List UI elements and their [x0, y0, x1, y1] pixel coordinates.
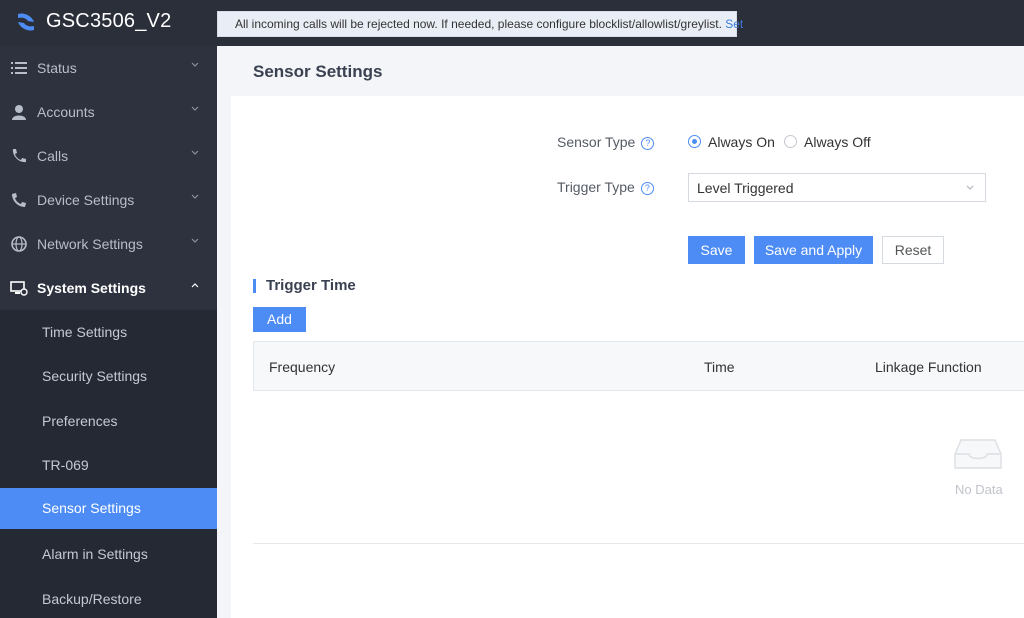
top-bar: GSC3506_V2 All incoming calls will be re…	[0, 0, 1024, 46]
system-settings-submenu: Time Settings Security Settings Preferen…	[0, 310, 217, 618]
sidebar-item-system-settings[interactable]: System Settings	[0, 266, 217, 310]
sensor-type-always-on-label[interactable]: Always On	[708, 134, 775, 150]
sidebar-item-status[interactable]: Status	[0, 46, 217, 90]
list-icon	[11, 62, 27, 74]
chevron-up-icon	[191, 283, 199, 288]
trigger-time-table-header: Frequency Time Linkage Function	[253, 341, 1024, 391]
sidebar-item-network-settings[interactable]: Network Settings	[0, 222, 217, 266]
page-title: Sensor Settings	[253, 62, 383, 81]
sidebar-item-label: Network Settings	[37, 236, 143, 252]
help-icon[interactable]: ?	[641, 137, 655, 150]
empty-text: No Data	[955, 482, 1003, 497]
sensor-type-always-on-radio[interactable]	[688, 135, 701, 148]
chevron-down-icon	[966, 185, 974, 190]
column-header-linkage-function[interactable]: Linkage Function	[875, 359, 982, 375]
chevron-down-icon	[191, 106, 199, 111]
sidebar-subitem-alarm-in-settings[interactable]: Alarm in Settings	[0, 534, 217, 575]
add-button[interactable]: Add	[253, 307, 306, 332]
column-header-frequency[interactable]: Frequency	[269, 359, 335, 375]
phone-icon	[12, 149, 26, 163]
sidebar-item-label: System Settings	[37, 280, 146, 296]
sidebar-subitem-sensor-settings[interactable]: Sensor Settings	[0, 488, 217, 529]
sidebar: Status Accounts Calls Device Settings Ne…	[0, 46, 217, 618]
trigger-type-label: Trigger Type?	[557, 179, 654, 195]
sidebar-item-label: Accounts	[37, 104, 95, 120]
notice-set-link[interactable]: Set	[725, 17, 743, 31]
sidebar-item-label: Calls	[37, 148, 69, 164]
sensor-type-always-off-radio[interactable]	[784, 135, 797, 148]
notice-text: All incoming calls will be rejected now.…	[235, 17, 722, 31]
handset-icon	[12, 193, 26, 207]
column-header-time[interactable]: Time	[704, 359, 735, 375]
sidebar-subitem-preferences[interactable]: Preferences	[0, 401, 217, 442]
grandstream-logo-icon	[18, 13, 34, 31]
notice-banner: All incoming calls will be rejected now.…	[217, 11, 743, 37]
sidebar-item-label: Device Settings	[37, 192, 135, 208]
sidebar-item-calls[interactable]: Calls	[0, 134, 217, 178]
sidebar-item-accounts[interactable]: Accounts	[0, 90, 217, 134]
sidebar-subitem-time-settings[interactable]: Time Settings	[0, 312, 217, 353]
app-title: GSC3506_V2	[46, 10, 172, 32]
user-icon	[12, 105, 26, 120]
sidebar-subitem-tr-069[interactable]: TR-069	[0, 445, 217, 486]
sidebar-item-device-settings[interactable]: Device Settings	[0, 178, 217, 222]
sensor-type-label: Sensor Type?	[557, 134, 655, 150]
sidebar-subitem-security-settings[interactable]: Security Settings	[0, 356, 217, 397]
reset-button[interactable]: Reset	[882, 236, 944, 264]
trigger-time-title: Trigger Time	[253, 277, 356, 294]
save-button[interactable]: Save	[688, 236, 745, 264]
save-and-apply-button[interactable]: Save and Apply	[754, 236, 873, 264]
chevron-down-icon	[191, 150, 199, 155]
trigger-type-select[interactable]: Level Triggered	[688, 173, 986, 202]
table-divider	[253, 543, 1024, 544]
chevron-down-icon	[191, 194, 199, 199]
sensor-type-always-off-label[interactable]: Always Off	[804, 134, 871, 150]
empty-inbox-icon	[954, 439, 1002, 469]
trigger-type-value: Level Triggered	[697, 180, 794, 196]
chevron-down-icon	[191, 238, 199, 243]
trigger-type-label-text: Trigger Type	[557, 179, 635, 195]
help-icon[interactable]: ?	[640, 182, 654, 195]
globe-icon	[11, 236, 27, 252]
chevron-down-icon	[191, 62, 199, 67]
monitor-gear-icon	[10, 281, 28, 296]
sidebar-subitem-backup-restore[interactable]: Backup/Restore	[0, 579, 217, 618]
sidebar-item-label: Status	[37, 60, 77, 76]
sensor-type-label-text: Sensor Type	[557, 134, 636, 150]
